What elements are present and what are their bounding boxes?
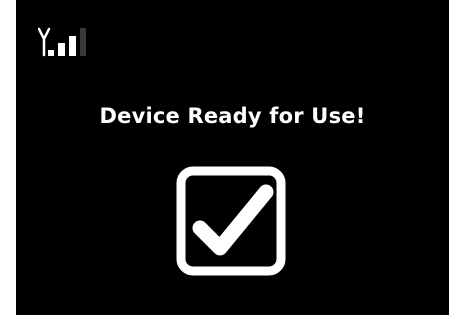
antenna-icon [38,27,51,57]
antenna-signal-icon [38,27,86,57]
checkmark-box-icon [176,166,286,276]
checkmark-icon [192,184,274,256]
device-ready-message: Device Ready for Use! [99,104,366,128]
signal-bar-1 [48,50,54,56]
signal-bar-3 [69,36,76,56]
device-screen: Device Ready for Use! [16,0,449,315]
signal-bar-2 [58,43,65,56]
signal-bar-4 [80,28,86,56]
